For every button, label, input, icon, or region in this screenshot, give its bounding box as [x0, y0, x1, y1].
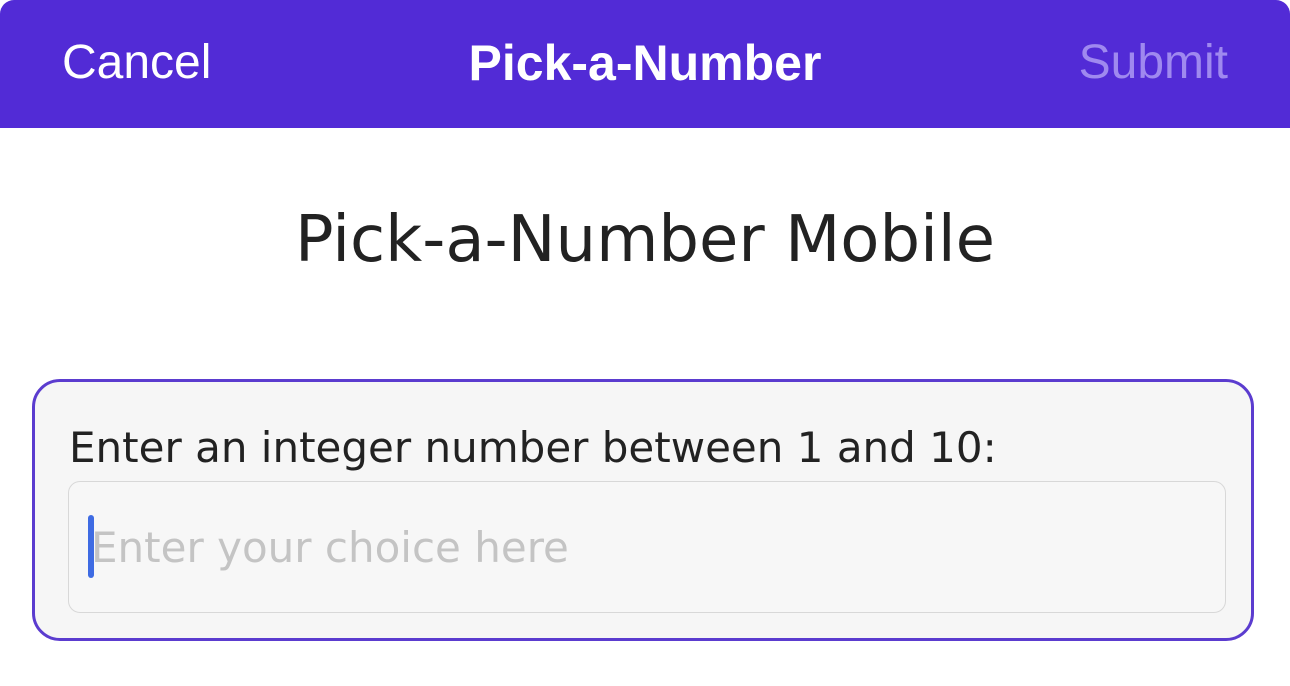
- page-heading: Pick-a-Number Mobile: [295, 203, 995, 277]
- submit-button[interactable]: Submit: [1079, 33, 1228, 93]
- number-choice-input[interactable]: [68, 481, 1226, 613]
- text-cursor: [88, 515, 94, 578]
- cancel-button[interactable]: Cancel: [62, 33, 211, 93]
- navigation-bar: Cancel Pick-a-Number Submit: [0, 0, 1290, 128]
- number-input-label: Enter an integer number between 1 and 10…: [69, 423, 997, 472]
- number-form-card: Enter an integer number between 1 and 10…: [32, 379, 1254, 641]
